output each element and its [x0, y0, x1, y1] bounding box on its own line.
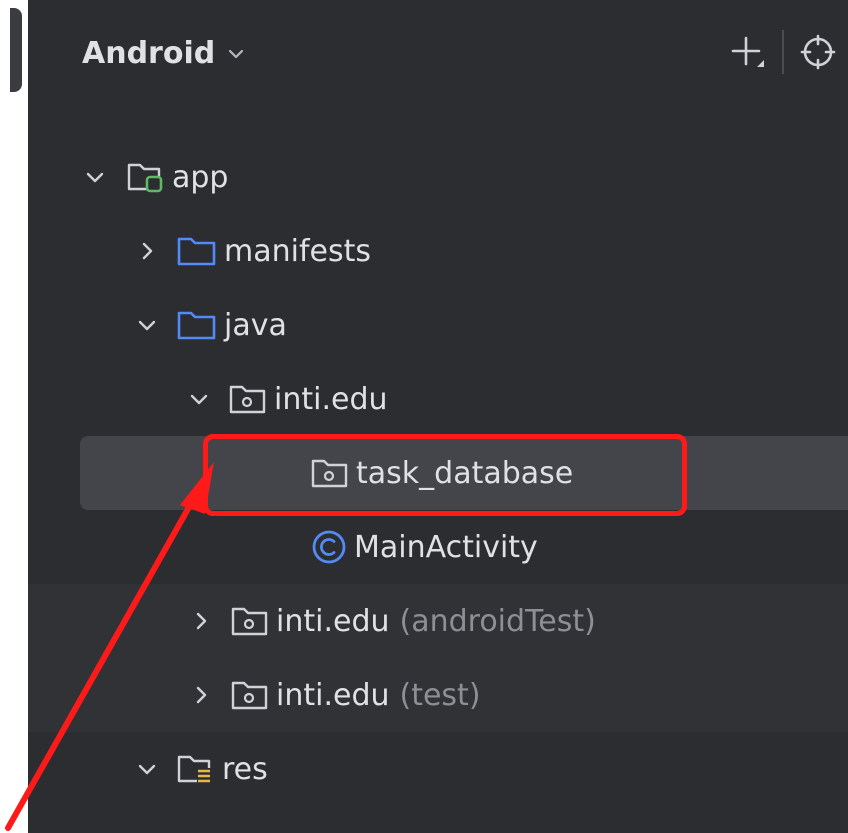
chevron-down-icon[interactable] — [84, 166, 106, 188]
tree-row-manifests[interactable]: manifests — [28, 214, 848, 288]
tree-row-inti-edu[interactable]: inti.edu — [28, 362, 848, 436]
chevron-down-icon[interactable] — [136, 758, 158, 780]
tree-row-inti-edu-android-test[interactable]: inti.edu (androidTest) — [28, 584, 848, 658]
project-tool-window: Android app manifests java inti.edu task… — [28, 0, 848, 833]
package-icon — [228, 382, 268, 416]
header-actions — [726, 30, 840, 74]
view-mode-dropdown[interactable]: Android — [82, 36, 247, 71]
tree-label-manifests: manifests — [224, 233, 371, 269]
chevron-right-icon[interactable] — [136, 240, 158, 262]
crosshair-icon — [800, 34, 836, 70]
folder-icon — [176, 308, 218, 342]
tree-label-res: res — [222, 751, 268, 787]
tree-row-task-database[interactable]: task_database — [80, 436, 848, 510]
plus-icon — [731, 36, 764, 67]
tree-row-main-activity[interactable]: MainActivity — [28, 510, 848, 584]
package-icon — [230, 678, 270, 712]
tree-row-app[interactable]: app — [28, 140, 848, 214]
chevron-down-icon — [229, 49, 244, 58]
resource-folder-icon — [176, 751, 216, 787]
left-edge-tab — [10, 8, 22, 92]
add-button[interactable] — [726, 30, 770, 74]
left-edge — [0, 0, 28, 833]
locate-button[interactable] — [796, 30, 840, 74]
tree-label-app: app — [172, 159, 229, 195]
package-icon — [230, 604, 270, 638]
view-mode-label: Android — [82, 36, 216, 71]
module-folder-icon — [126, 159, 166, 195]
source-set-suffix: (androidTest) — [399, 603, 596, 639]
chevron-right-icon[interactable] — [190, 610, 212, 632]
tree-label-inti-edu: inti.edu — [276, 603, 390, 639]
tree-label-inti-edu: inti.edu — [276, 677, 390, 713]
tree-row-res[interactable]: res — [28, 732, 848, 806]
class-icon — [310, 528, 348, 566]
tree-label-inti-edu: inti.edu — [274, 381, 388, 417]
folder-icon — [176, 234, 218, 268]
source-set-suffix: (test) — [399, 677, 481, 713]
tree-label-java: java — [224, 307, 287, 343]
tree-label-main-activity: MainActivity — [354, 529, 538, 565]
project-header: Android — [28, 0, 848, 120]
tree-row-inti-edu-test[interactable]: inti.edu (test) — [28, 658, 848, 732]
tree-label-task-database: task_database — [356, 455, 574, 491]
package-icon — [310, 456, 350, 490]
chevron-down-icon[interactable] — [136, 314, 158, 336]
chevron-down-icon[interactable] — [188, 388, 210, 410]
project-tree: app manifests java inti.edu task_databas… — [28, 140, 848, 806]
tree-row-java[interactable]: java — [28, 288, 848, 362]
toolbar-divider — [782, 30, 784, 74]
chevron-right-icon[interactable] — [190, 684, 212, 706]
